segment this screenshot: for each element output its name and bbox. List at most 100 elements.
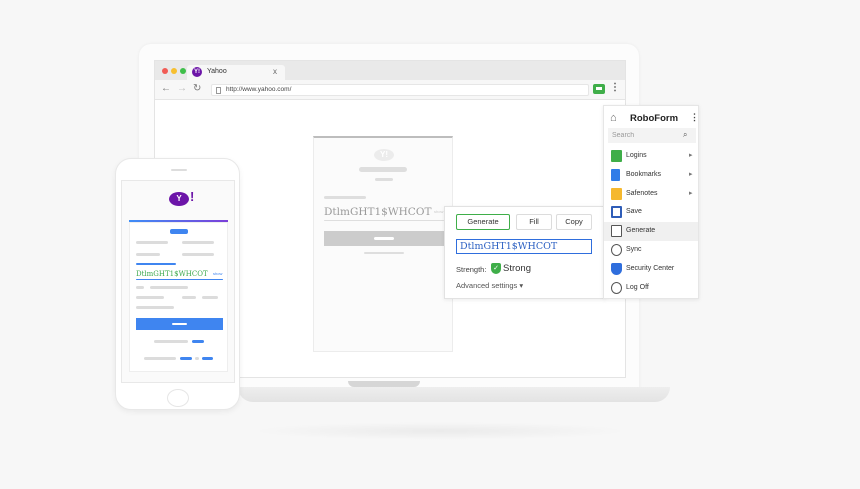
placeholder-bar [180,357,192,360]
browser-menu-icon[interactable]: ⋮ [610,82,620,93]
lock-icon [611,150,622,162]
field-underline [324,220,444,221]
generated-password-field[interactable]: DtlmGHT1$WHCOT [456,239,592,254]
chevron-right-icon: ▸ [689,171,693,178]
placeholder-bar [154,340,188,343]
phone-show-password-link[interactable]: show [213,271,222,276]
placeholder-bar [136,263,176,265]
yahoo-logo-placeholder: Y! [374,149,394,161]
placeholder-bar [136,241,168,244]
save-icon [611,206,622,218]
placeholder-bar [195,357,199,360]
placeholder-bar [182,241,214,244]
tab-close-icon[interactable]: x [273,67,277,76]
placeholder-bar [192,340,204,343]
menu-item-label: Logins [626,152,647,159]
menu-item-save[interactable]: Save [604,203,698,222]
roboform-extension-icon[interactable] [593,84,605,94]
show-password-link[interactable]: show [434,209,443,214]
menu-item-bookmarks[interactable]: Bookmarks ▸ [604,166,698,185]
placeholder-bar [202,357,213,360]
generate-icon [611,225,622,237]
placeholder-bar [136,286,144,289]
menu-item-log-off[interactable]: Log Off [604,279,698,298]
generate-password-panel: Generate Fill Copy DtlmGHT1$WHCOT Streng… [444,206,606,299]
home-icon[interactable]: ⌂ [610,112,617,124]
chevron-right-icon: ▸ [689,152,693,159]
placeholder-bar [182,253,214,256]
advanced-settings-link[interactable]: Advanced settings ▾ [456,281,523,290]
browser-toolbar: ← → ↻ http://www.yahoo.com/ ★ ⋮ [155,80,625,100]
yahoo-logo: Y [169,192,189,206]
placeholder-bar [324,196,366,199]
shield-icon [611,263,622,275]
tab-yahoo[interactable]: Y! Yahoo x [187,65,285,80]
menu-item-safenotes[interactable]: Safenotes ▸ [604,185,698,204]
placeholder-bar [144,357,176,360]
placeholder-bar [136,296,164,299]
roboform-menu: ⌂ RoboForm ⋮ ⌕ Logins ▸ Bookmarks ▸ Safe… [603,105,699,299]
placeholder-bar [136,253,160,256]
power-icon [611,282,622,294]
placeholder-bar [375,178,393,181]
menu-item-sync[interactable]: Sync [604,241,698,260]
menu-item-label: Security Center [626,265,675,272]
back-icon[interactable]: ← [161,83,171,94]
placeholder-bar [359,167,407,172]
yahoo-favicon-icon: Y! [192,67,202,77]
phone-home-button[interactable] [167,389,189,407]
placeholder-bar [182,296,196,299]
laptop-base [238,387,670,402]
fill-button[interactable]: Fill [516,214,552,230]
menu-item-label: Bookmarks [626,171,662,178]
laptop-notch [348,381,420,387]
wireframe-next-button[interactable] [324,231,444,246]
minimize-window-dot[interactable] [171,68,177,74]
placeholder-bar [202,296,218,299]
menu-item-security-center[interactable]: Security Center [604,260,698,279]
menu-item-label: Sync [626,246,642,253]
strength-shield-icon: ✓ [491,263,501,274]
address-bar[interactable]: http://www.yahoo.com/ ★ [211,84,589,96]
tab-bar: Y! Yahoo x [155,61,625,80]
chevron-right-icon: ▸ [689,190,693,197]
close-window-dot[interactable] [162,68,168,74]
menu-item-label: Generate [626,227,656,234]
sync-icon [611,244,622,256]
placeholder-bar [364,252,404,254]
strength-label: Strength: [456,265,487,274]
filled-password-text: DtlmGHT1$WHCOT [324,206,432,218]
phone-mockup: Y ! DtlmGHT1$WHCOT show [115,158,240,410]
maximize-window-dot[interactable] [180,68,186,74]
placeholder-bar [170,229,188,234]
menu-item-logins[interactable]: Logins ▸ [604,147,698,166]
placeholder-bar [150,286,188,289]
page-icon [216,87,221,94]
bookmark-icon [611,169,620,181]
forward-icon[interactable]: → [177,83,187,94]
roboform-title: RoboForm [630,113,679,124]
note-icon [611,188,622,200]
yahoo-login-wireframe: Y! DtlmGHT1$WHCOT show [313,136,453,352]
phone-next-button[interactable] [136,318,223,330]
menu-item-label: Safenotes [626,190,658,197]
phone-login-card: DtlmGHT1$WHCOT show [129,222,228,372]
strength-value: Strong [503,263,531,274]
phone-speaker [171,169,187,171]
reload-icon[interactable]: ↻ [193,83,201,94]
url-text: http://www.yahoo.com/ [226,86,292,93]
laptop-shadow [250,422,630,440]
phone-screen: Y ! DtlmGHT1$WHCOT show [121,180,235,383]
yahoo-logo-bang: ! [190,189,195,204]
search-icon[interactable]: ⌕ [683,130,687,140]
generate-button[interactable]: Generate [456,214,510,230]
phone-filled-password-text: DtlmGHT1$WHCOT [136,270,208,278]
menu-item-label: Save [626,208,642,215]
placeholder-bar [136,306,174,309]
copy-button[interactable]: Copy [556,214,592,230]
field-underline [136,279,223,280]
roboform-menu-dots-icon[interactable]: ⋮ [690,112,699,123]
tab-title: Yahoo [207,68,227,75]
menu-item-label: Log Off [626,284,649,291]
menu-item-generate[interactable]: Generate [604,222,698,241]
